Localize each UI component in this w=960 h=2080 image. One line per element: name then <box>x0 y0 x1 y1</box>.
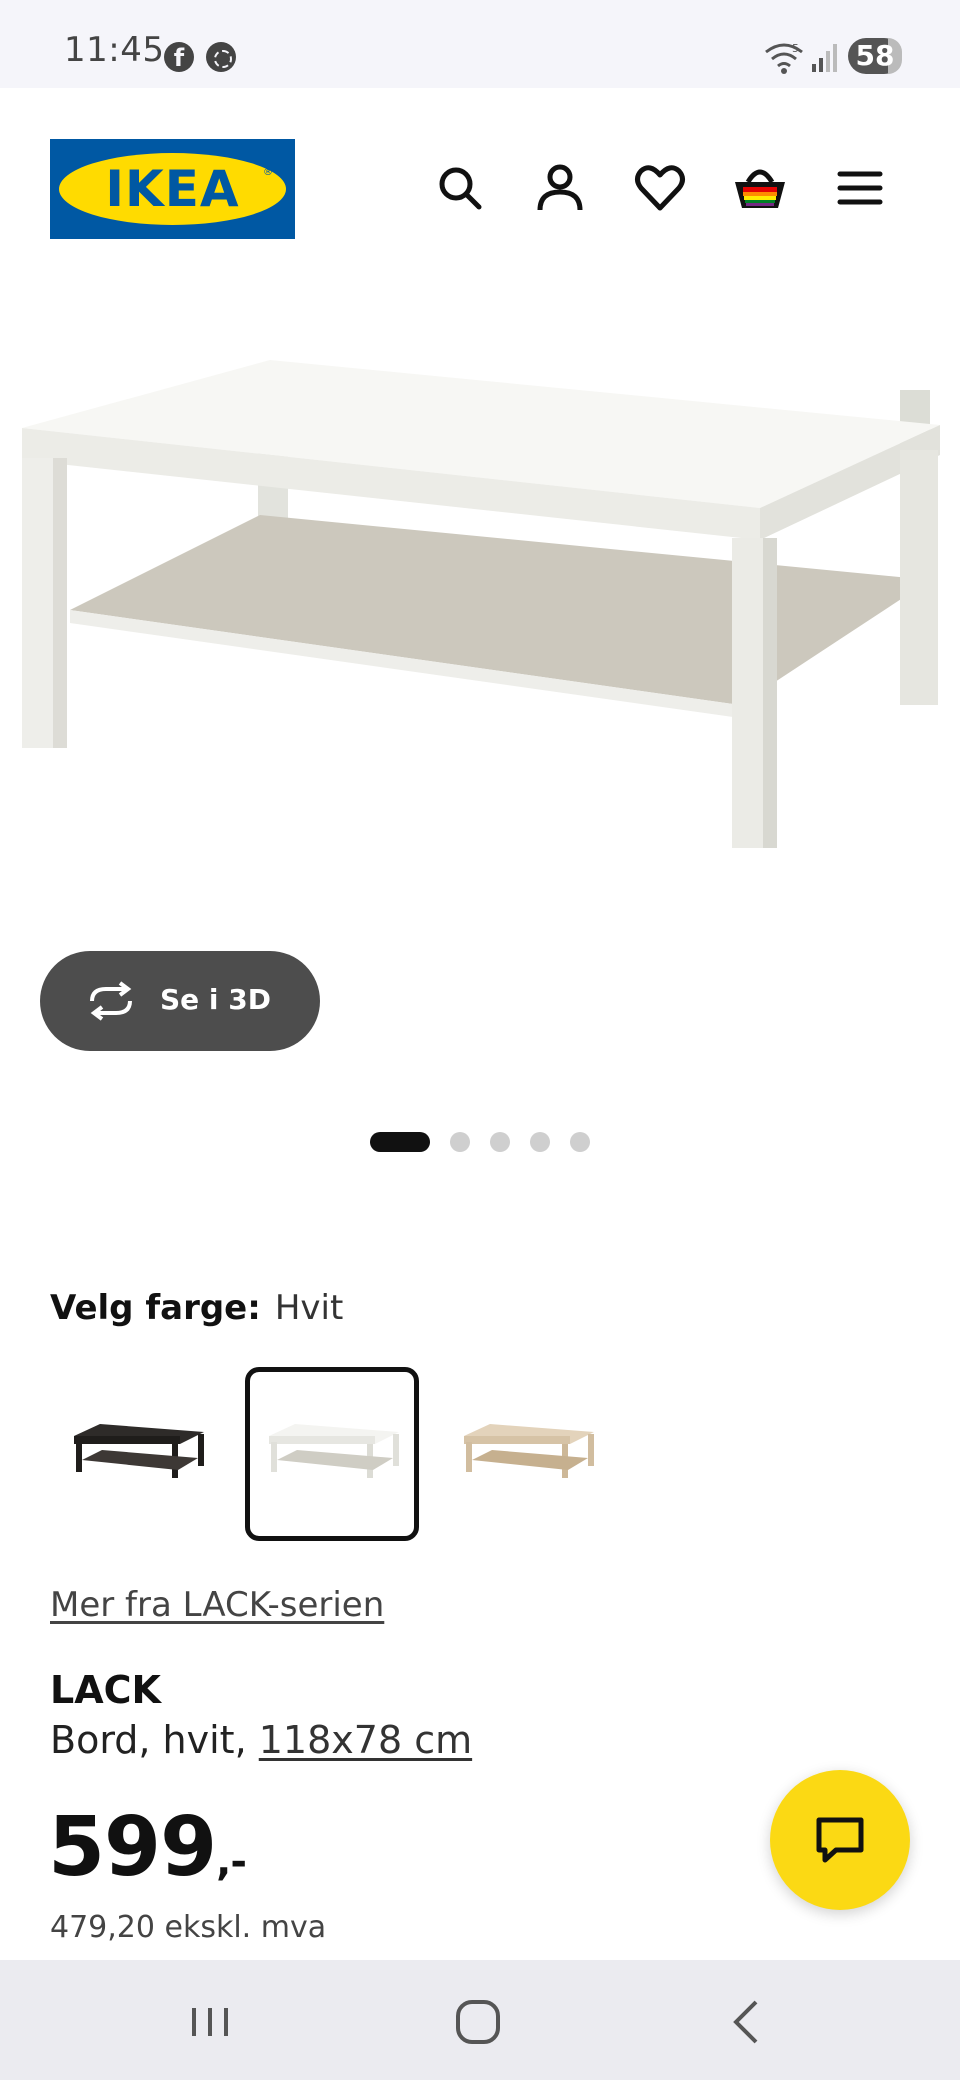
product-description-text: Bord, hvit, <box>50 1718 259 1762</box>
swatch-table-image <box>74 1424 204 1478</box>
recent-apps-icon[interactable] <box>180 1992 240 2052</box>
gallery-dot-4[interactable] <box>530 1132 550 1152</box>
battery-level: 58 <box>855 39 895 72</box>
gallery-dot-1[interactable] <box>370 1132 430 1152</box>
price-value: 599 <box>48 1800 217 1895</box>
gallery-dot-5[interactable] <box>570 1132 590 1152</box>
ikea-logo[interactable]: IKEA ® <box>50 139 295 239</box>
battery-indicator: 58 <box>848 38 902 74</box>
table-illustration <box>22 360 940 848</box>
series-link[interactable]: Mer fra LACK-serien <box>50 1585 384 1625</box>
account-icon[interactable] <box>532 160 588 216</box>
system-nav-bar <box>0 1960 960 2080</box>
color-label: Velg farge: <box>50 1288 261 1328</box>
chat-icon <box>816 1817 864 1863</box>
color-swatch-white-stained-oak[interactable] <box>440 1367 614 1541</box>
back-icon[interactable] <box>718 1992 778 2052</box>
color-swatch-white[interactable] <box>245 1367 419 1541</box>
color-selector-heading: Velg farge: Hvit <box>50 1288 343 1328</box>
gallery-dot-2[interactable] <box>450 1132 470 1152</box>
view-3d-label: Se i 3D <box>160 983 271 1016</box>
facebook-icon: f <box>164 42 194 72</box>
signal-icon <box>812 44 837 72</box>
wifi-badge: 5 <box>792 42 799 55</box>
price-suffix: ,- <box>216 1839 247 1885</box>
view-3d-button[interactable]: Se i 3D <box>40 951 320 1051</box>
swatch-table-image <box>269 1424 399 1478</box>
menu-icon[interactable] <box>832 160 888 216</box>
swatch-table-image <box>464 1424 594 1478</box>
product-name: LACK <box>50 1668 161 1712</box>
color-swatch-black-brown[interactable] <box>50 1367 224 1541</box>
chat-button[interactable] <box>770 1770 910 1910</box>
rotate-3d-icon <box>90 981 132 1021</box>
price-ex-vat: 479,20 ekskl. mva <box>50 1910 327 1945</box>
gallery-pagination <box>0 1130 960 1152</box>
product-description: Bord, hvit, 118x78 cm <box>50 1718 472 1762</box>
status-bar: 11:45 f 5 58 <box>0 0 960 88</box>
product-image[interactable] <box>0 290 960 970</box>
logo-registered-mark: ® <box>263 167 273 178</box>
messenger-icon <box>206 42 236 72</box>
home-icon[interactable] <box>448 1992 508 2052</box>
logo-text: IKEA <box>105 160 240 218</box>
gallery-dot-3[interactable] <box>490 1132 510 1152</box>
product-price: 599,- <box>48 1800 247 1895</box>
search-icon[interactable] <box>432 160 488 216</box>
basket-icon[interactable] <box>732 160 788 216</box>
color-value: Hvit <box>274 1288 344 1328</box>
wifi-icon: 5 <box>765 42 803 74</box>
status-time: 11:45 <box>64 30 165 70</box>
product-size-link[interactable]: 118x78 cm <box>259 1718 472 1762</box>
heart-icon[interactable] <box>632 160 688 216</box>
